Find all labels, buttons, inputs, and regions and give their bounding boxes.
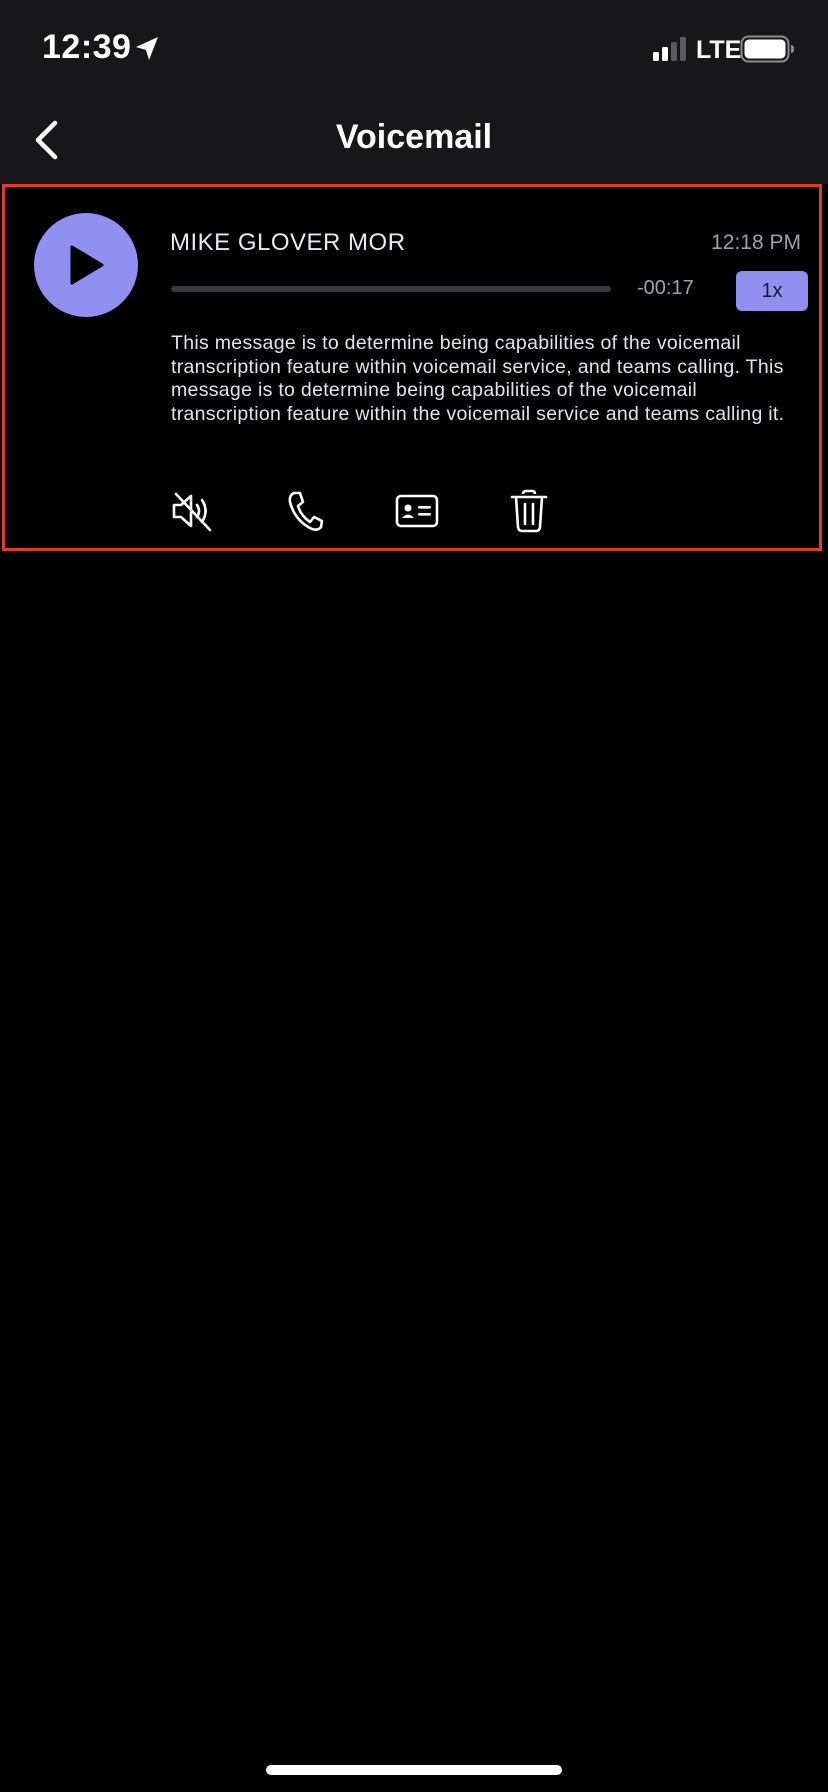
play-button[interactable] [34, 213, 138, 317]
status-time: 12:39 [42, 28, 132, 66]
playback-speed-button[interactable]: 1x [736, 271, 808, 311]
trash-icon [510, 489, 548, 533]
speaker-muted-icon [172, 492, 212, 532]
location-arrow-icon [136, 37, 158, 60]
status-bar: 12:39 LTE [0, 0, 828, 96]
voicemail-timestamp: 12:18 PM [711, 231, 801, 254]
caller-name: MIKE GLOVER MOR [170, 229, 406, 256]
nav-bar: Voicemail [0, 96, 828, 184]
phone-icon [288, 491, 324, 531]
call-back-button[interactable] [281, 487, 329, 535]
mute-speaker-button[interactable] [169, 487, 217, 535]
page-title: Voicemail [335, 118, 493, 156]
home-indicator[interactable] [266, 1765, 562, 1775]
remaining-time: -00:17 [637, 277, 694, 299]
network-type-label: LTE [696, 36, 742, 64]
battery-icon [740, 35, 794, 63]
play-icon [70, 245, 104, 285]
cellular-signal-icon [653, 37, 686, 61]
delete-button[interactable] [505, 487, 553, 535]
voicemail-item[interactable]: MIKE GLOVER MOR 12:18 PM -00:17 1x This … [2, 184, 822, 551]
contact-card-icon [395, 494, 439, 528]
voicemail-transcript: This message is to determine being capab… [171, 332, 785, 425]
playback-progress-bar[interactable] [171, 286, 611, 292]
contact-card-button[interactable] [393, 487, 441, 535]
